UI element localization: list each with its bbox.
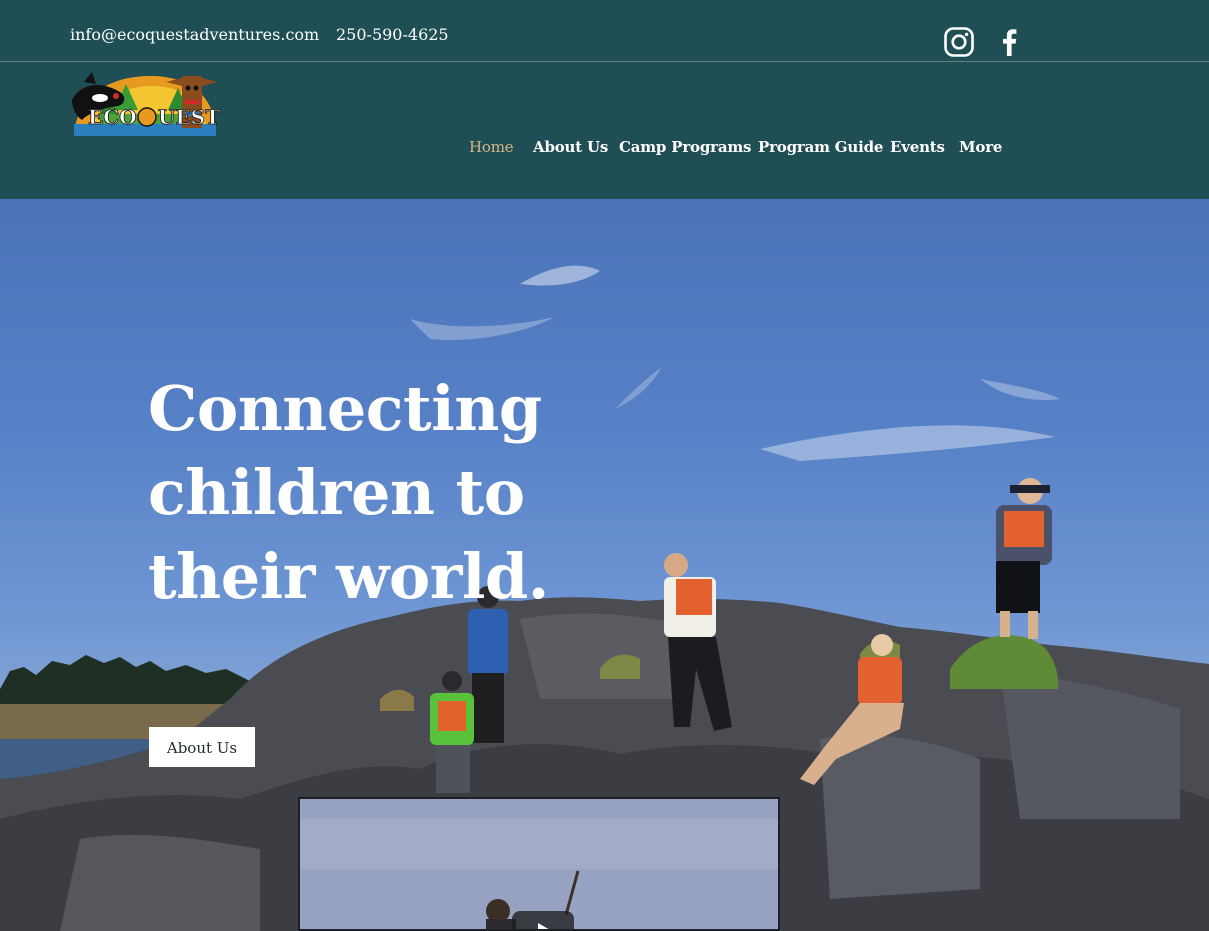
hero-headline-line-1: Connecting — [148, 372, 542, 445]
email-link[interactable]: info@ecoquestadventures.com — [70, 25, 319, 44]
play-icon — [538, 923, 549, 929]
ecoquest-logo[interactable]: ECO UEST — [70, 70, 226, 136]
svg-text:ECO: ECO — [88, 105, 137, 129]
phone-link[interactable]: 250-590-4625 — [336, 25, 449, 44]
instagram-icon[interactable] — [943, 26, 975, 58]
hero-headline: Connecting children to their world. — [148, 367, 608, 619]
video-player[interactable] — [298, 797, 780, 931]
site-header: ECO UEST Home About Us Camp Programs Pro… — [0, 63, 1209, 199]
nav-item-program-guide[interactable]: Program Guide — [758, 138, 883, 156]
nav-item-about-us[interactable]: About Us — [533, 138, 608, 156]
about-us-button[interactable]: About Us — [149, 727, 255, 767]
svg-text:UEST: UEST — [158, 105, 220, 129]
hero-section: Connecting children to their world. Abou… — [0, 199, 1209, 931]
hero-headline-line-2: children to — [148, 456, 525, 529]
play-button[interactable] — [512, 911, 574, 929]
nav-item-home[interactable]: Home — [469, 138, 514, 156]
top-contact-bar: info@ecoquestadventures.com 250-590-4625 — [0, 0, 1209, 62]
nav-item-more[interactable]: More — [959, 138, 1002, 156]
nav-item-events[interactable]: Events — [890, 138, 945, 156]
facebook-icon[interactable] — [994, 26, 1026, 58]
nav-item-camp-programs[interactable]: Camp Programs — [619, 138, 751, 156]
hero-headline-line-3: their world. — [148, 540, 549, 613]
